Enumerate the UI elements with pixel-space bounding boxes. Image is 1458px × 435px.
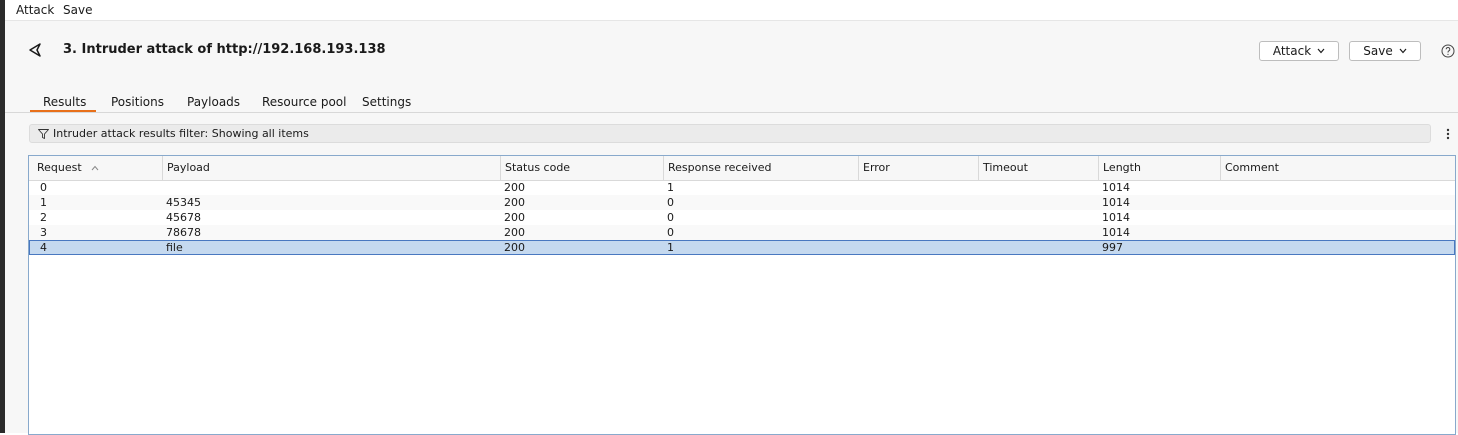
- table-row-selected[interactable]: 4 file 200 1 997: [29, 240, 1455, 255]
- cell-comment: [1217, 195, 1224, 210]
- table-row[interactable]: 2 45678 200 0 1014: [29, 210, 1455, 225]
- column-header-label: Request: [37, 161, 82, 174]
- menu-save[interactable]: Save: [63, 3, 92, 17]
- save-button[interactable]: Save: [1349, 41, 1421, 61]
- menubar: Attack Save: [5, 0, 1458, 21]
- chevron-down-icon: [1399, 48, 1407, 54]
- column-header-comment[interactable]: Comment: [1221, 156, 1455, 180]
- table-row[interactable]: 3 78678 200 0 1014: [29, 225, 1455, 240]
- cell-payload: 45678: [166, 211, 201, 224]
- column-header-timeout[interactable]: Timeout: [979, 156, 1099, 180]
- column-header-length[interactable]: Length: [1099, 156, 1221, 180]
- cell-error: [855, 210, 862, 225]
- cell-timeout: [975, 180, 982, 195]
- cell-comment: [1217, 210, 1224, 225]
- cell-response: 0: [667, 226, 674, 239]
- tabs-divider: [5, 112, 1458, 113]
- cell-request: 0: [40, 181, 47, 194]
- menu-attack[interactable]: Attack: [16, 3, 54, 17]
- cell-length: 1014: [1102, 226, 1130, 239]
- cell-status: 200: [504, 241, 525, 254]
- column-header-status-code[interactable]: Status code: [501, 156, 664, 180]
- table-row[interactable]: 0 200 1 1014: [29, 180, 1455, 195]
- cell-length: 1014: [1102, 181, 1130, 194]
- cell-timeout: [975, 225, 982, 240]
- chevron-down-icon: [1317, 48, 1325, 54]
- tab-results[interactable]: Results: [43, 95, 86, 109]
- cell-status: 200: [504, 181, 525, 194]
- cell-response: 0: [667, 211, 674, 224]
- save-button-label: Save: [1363, 44, 1393, 58]
- cell-length: 1014: [1102, 211, 1130, 224]
- column-header-request[interactable]: Request: [33, 156, 163, 180]
- results-table: Request Payload Status code Response rec…: [28, 155, 1456, 435]
- cell-length: 1014: [1102, 196, 1130, 209]
- cell-request: 1: [40, 196, 47, 209]
- column-header-error[interactable]: Error: [859, 156, 979, 180]
- cell-comment: [1217, 225, 1224, 240]
- intruder-back-icon[interactable]: [25, 40, 45, 60]
- cell-request: 4: [40, 241, 47, 254]
- table-row[interactable]: 1 45345 200 0 1014: [29, 195, 1455, 210]
- cell-response: 0: [667, 196, 674, 209]
- cell-status: 200: [504, 226, 525, 239]
- attack-button-label: Attack: [1272, 44, 1312, 58]
- cell-payload: [159, 180, 166, 195]
- sort-ascending-icon: [91, 165, 99, 171]
- filter-text: Intruder attack results filter: Showing …: [53, 127, 309, 140]
- cell-request: 2: [40, 211, 47, 224]
- cell-timeout: [975, 210, 982, 225]
- table-body: 0 200 1 1014 1 45345 200 0 1014 2 45678 …: [29, 180, 1455, 255]
- tab-payloads[interactable]: Payloads: [187, 95, 240, 109]
- cell-payload: file: [166, 241, 183, 254]
- cell-comment: [1217, 180, 1224, 195]
- results-filter-bar[interactable]: Intruder attack results filter: Showing …: [29, 124, 1431, 143]
- cell-request: 3: [40, 226, 47, 239]
- attack-button[interactable]: Attack: [1259, 41, 1339, 61]
- more-options-icon[interactable]: [1444, 126, 1452, 142]
- cell-error: [855, 225, 862, 240]
- cell-timeout: [975, 240, 982, 255]
- column-header-payload[interactable]: Payload: [163, 156, 501, 180]
- tab-resource-pool[interactable]: Resource pool: [262, 95, 346, 109]
- tab-settings[interactable]: Settings: [362, 95, 411, 109]
- column-header-response-received[interactable]: Response received: [664, 156, 859, 180]
- page-title: 3. Intruder attack of http://192.168.193…: [63, 42, 386, 57]
- cell-response: 1: [667, 181, 674, 194]
- cell-error: [855, 195, 862, 210]
- cell-error: [855, 240, 862, 255]
- cell-response: 1: [667, 241, 674, 254]
- cell-status: 200: [504, 196, 525, 209]
- cell-length: 997: [1102, 241, 1123, 254]
- cell-payload: 78678: [166, 226, 201, 239]
- table-header: Request Payload Status code Response rec…: [29, 156, 1455, 181]
- cell-comment: [1217, 240, 1224, 255]
- cell-status: 200: [504, 211, 525, 224]
- cell-payload: 45345: [166, 196, 201, 209]
- filter-icon: [38, 129, 49, 139]
- tab-positions[interactable]: Positions: [111, 95, 164, 109]
- help-icon[interactable]: [1441, 44, 1455, 58]
- cell-timeout: [975, 195, 982, 210]
- cell-error: [855, 180, 862, 195]
